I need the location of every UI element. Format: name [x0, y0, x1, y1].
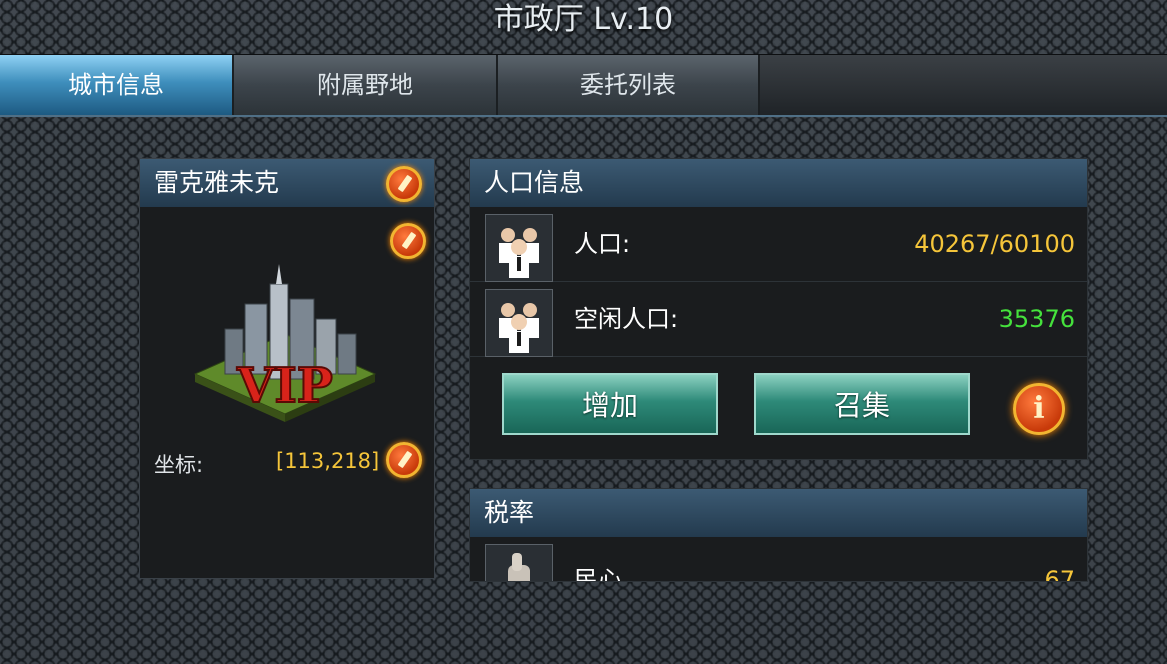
info-icon[interactable]: i — [1013, 383, 1065, 435]
morale-row: 民心 67 — [470, 537, 1087, 582]
people-icon — [485, 214, 553, 282]
idle-population-value: 35376 — [998, 305, 1075, 333]
svg-text:VIP: VIP — [236, 358, 333, 414]
population-value: 40267/60100 — [914, 230, 1075, 258]
coordinate-label: 坐标: — [154, 453, 204, 477]
page-title: 市政厅 Lv.10 — [493, 2, 674, 37]
tab-city-info[interactable]: 城市信息 — [0, 55, 234, 115]
edit-city-image-icon[interactable] — [390, 223, 426, 259]
tab-attached-wilds[interactable]: 附属野地 — [234, 55, 498, 115]
population-header: 人口信息 — [470, 159, 1087, 207]
city-card: 雷克雅未克 VIP 坐标: [113,218] — [139, 158, 435, 579]
people-icon — [485, 289, 553, 357]
increase-button[interactable]: 增加 — [502, 373, 718, 435]
thumbs-up-icon — [485, 544, 553, 581]
population-row: 人口: 40267/60100 — [470, 207, 1087, 282]
city-vip-icon: VIP — [193, 264, 377, 422]
idle-population-row: 空闲人口: 35376 — [470, 282, 1087, 357]
tab-bar: 城市信息 附属野地 委托列表 — [0, 54, 1167, 117]
morale-value: 67 — [1044, 566, 1075, 582]
rename-city-icon[interactable] — [386, 166, 422, 202]
edit-coordinate-icon[interactable] — [386, 442, 422, 478]
tax-header: 税率 — [470, 489, 1087, 537]
population-label: 人口: — [574, 230, 631, 258]
coordinate-value: [113,218] — [276, 449, 380, 473]
tax-panel: 税率 民心 67 — [469, 488, 1088, 582]
idle-population-label: 空闲人口: — [574, 305, 679, 333]
population-actions: 增加 召集 i — [470, 357, 1087, 453]
population-panel: 人口信息 人口: 40267/60100 空闲人口: 35376 增加 召集 i — [469, 158, 1088, 460]
morale-label: 民心 — [574, 566, 622, 582]
gather-button[interactable]: 召集 — [754, 373, 970, 435]
tab-entrust-list[interactable]: 委托列表 — [498, 55, 760, 115]
